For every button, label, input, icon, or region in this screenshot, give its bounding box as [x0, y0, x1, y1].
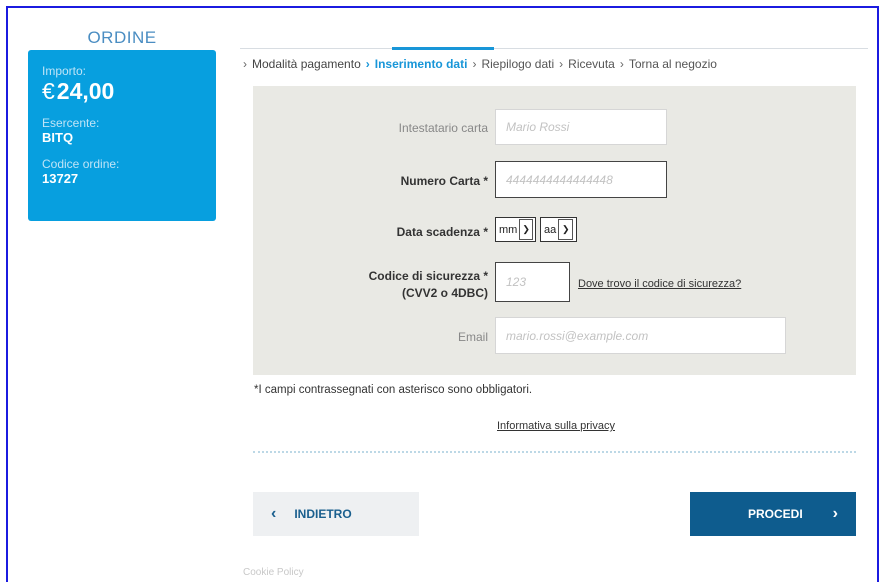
cvv-input[interactable]: 123: [495, 262, 570, 302]
expiry-label: Data scadenza *: [396, 225, 488, 239]
step-data-entry: Inserimento dati: [374, 57, 468, 71]
cvv-label-line2: (CVV2 o 4DBC): [401, 286, 488, 300]
step-summary: Riepilogo dati: [481, 57, 555, 71]
order-summary-panel: Importo: €24,00 Esercente: BITQ Codice o…: [28, 50, 216, 221]
expiry-month-select[interactable]: mm ❯: [495, 217, 536, 242]
amount-value: €24,00: [42, 78, 202, 104]
order-title: ORDINE: [87, 28, 157, 47]
payment-form: Intestatario carta Mario Rossi Numero Ca…: [253, 86, 856, 375]
email-label: Email: [457, 330, 488, 344]
email-input[interactable]: mario.rossi@example.com: [495, 317, 786, 354]
breadcrumb: › Modalità pagamento › Inserimento dati …: [243, 57, 717, 71]
chevron-right-icon: ›: [619, 57, 624, 71]
proceed-button-label: PROCEDI: [747, 507, 803, 521]
merchant-value: BITQ: [42, 130, 74, 145]
cvv-label: Codice di sicurezza * (CVV2 o 4DBC): [369, 268, 488, 302]
active-step-indicator: [392, 47, 494, 50]
required-fields-note: *I campi contrassegnati con asterisco so…: [254, 384, 533, 396]
card-holder-label: Intestatario carta: [398, 121, 488, 135]
privacy-link[interactable]: Informativa sulla privacy: [497, 420, 615, 432]
expiry-month-value: mm: [499, 223, 518, 236]
steps-divider: [240, 48, 868, 49]
back-button-label: INDIETRO: [294, 507, 352, 521]
amount-number: 24,00: [56, 78, 115, 104]
chevron-right-icon: ›: [243, 57, 247, 71]
proceed-button[interactable]: PROCEDI ›: [690, 492, 856, 536]
step-payment-method[interactable]: Modalità pagamento: [252, 57, 361, 71]
section-divider: [253, 451, 856, 453]
cookie-policy-link[interactable]: Cookie Policy: [243, 567, 304, 578]
step-receipt: Ricevuta: [568, 57, 615, 71]
chevron-right-icon: ›: [472, 57, 477, 71]
amount-label: Importo:: [42, 64, 87, 78]
chevron-right-icon: ›: [559, 57, 564, 71]
chevron-down-icon: ❯: [519, 219, 533, 240]
card-holder-input[interactable]: Mario Rossi: [495, 109, 667, 145]
merchant-label: Esercente:: [42, 116, 100, 130]
cvv-label-line1: Codice di sicurezza *: [368, 269, 488, 283]
chevron-right-icon: ›: [832, 505, 838, 522]
chevron-down-icon: ❯: [558, 219, 574, 240]
order-code-value: 13727: [42, 171, 79, 186]
currency-symbol: €: [42, 78, 55, 104]
expiry-year-value: aa: [544, 223, 557, 236]
order-code-label: Codice ordine:: [42, 157, 120, 171]
back-button[interactable]: ‹ INDIETRO: [253, 492, 419, 536]
expiry-year-select[interactable]: aa ❯: [540, 217, 577, 242]
cvv-help-link[interactable]: Dove trovo il codice di sicurezza?: [578, 278, 741, 290]
chevron-left-icon: ‹: [271, 505, 277, 522]
chevron-right-icon: ›: [365, 57, 370, 71]
card-number-label: Numero Carta *: [400, 174, 488, 188]
card-number-input[interactable]: 4444444444444448: [495, 161, 667, 198]
step-back-to-shop: Torna al negozio: [628, 57, 717, 71]
